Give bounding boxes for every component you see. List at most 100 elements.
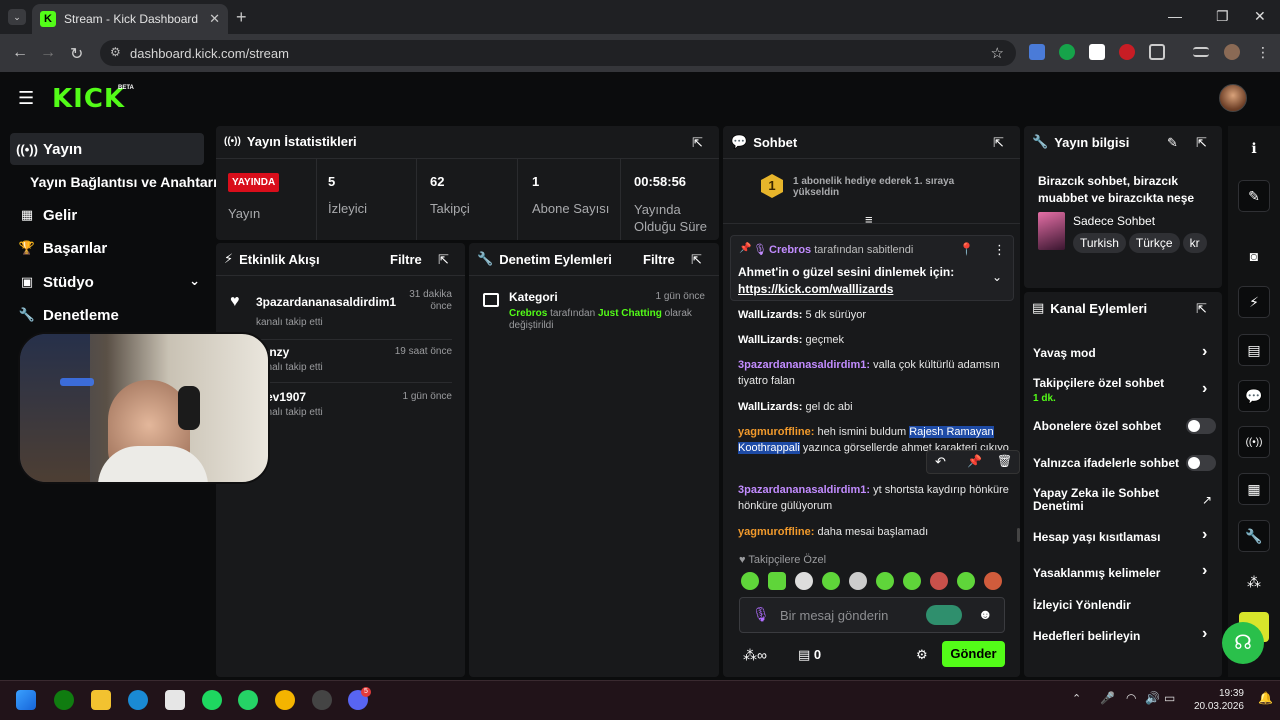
sidebar-item-studio[interactable]: ▣ Stüdyo ⌄: [10, 266, 204, 298]
slow-mode-row[interactable]: Yavaş mod: [1033, 346, 1215, 360]
chat-username[interactable]: yagmuroffline: [738, 426, 811, 438]
reply-icon[interactable]: ↶: [935, 454, 946, 470]
grammarly-extension-icon[interactable]: [1059, 44, 1075, 60]
broadcast-icon[interactable]: ((•)): [1238, 426, 1270, 458]
expand-icon[interactable]: ⇱: [692, 135, 703, 151]
raid-row[interactable]: İzleyici Yönlendir: [1033, 598, 1215, 612]
unpin-icon[interactable]: 📍: [959, 242, 974, 256]
screenshot-icon[interactable]: ◙: [1238, 240, 1270, 272]
activity-user[interactable]: 3pazardananasaldirdim1: [256, 295, 396, 309]
document-icon[interactable]: ▤: [1238, 334, 1270, 366]
collapse-chevron-icon[interactable]: ≡: [865, 212, 873, 227]
shop-icon[interactable]: ▤ 0: [798, 647, 821, 663]
wifi-icon[interactable]: ◠: [1126, 691, 1136, 705]
chrome-icon[interactable]: [275, 690, 295, 710]
edge-icon[interactable]: [128, 690, 148, 710]
kick-logo[interactable]: KICK: [52, 84, 125, 114]
wrench-icon[interactable]: 🔧: [1238, 520, 1270, 552]
sidebar-item-revenue[interactable]: ▦ Gelir: [10, 199, 204, 231]
chat-settings-icon[interactable]: ⚙: [916, 647, 928, 663]
address-bar[interactable]: ⚙ dashboard.kick.com/stream ☆: [100, 40, 1016, 66]
sidebar-item-stream-key[interactable]: Yayın Bağlantısı ve Anahtarı: [24, 166, 218, 198]
followers-chat-row[interactable]: Takipçilere özel sohbet 1 dk.: [1033, 376, 1215, 404]
chat-input-box[interactable]: 🎙 Bir mesaj gönderin ☻: [739, 597, 1005, 633]
chat-username[interactable]: yagmuroffline: [738, 526, 811, 538]
bookmark-star-icon[interactable]: ☆: [991, 44, 1004, 62]
tab-close-icon[interactable]: ✕: [209, 11, 220, 27]
emote-icon[interactable]: [903, 572, 921, 590]
expand-icon[interactable]: ⇱: [438, 252, 449, 268]
spotify-icon[interactable]: [202, 690, 222, 710]
banned-words-row[interactable]: Yasaklanmış kelimeler: [1033, 566, 1215, 580]
tab-search-icon[interactable]: ⌄: [8, 9, 26, 25]
filter-button[interactable]: Filtre: [390, 252, 422, 267]
store-icon[interactable]: [165, 690, 185, 710]
emote-icon[interactable]: [741, 572, 759, 590]
channel-icon[interactable]: ▦: [1238, 473, 1270, 505]
mic-icon[interactable]: 🎙: [752, 606, 770, 623]
emote-icon[interactable]: [957, 572, 975, 590]
site-info-icon[interactable]: ⚙: [110, 45, 121, 59]
minimize-icon[interactable]: —: [1168, 8, 1182, 24]
support-headset-icon[interactable]: ☊: [1222, 622, 1264, 664]
chat-username[interactable]: WallLizards: [738, 334, 799, 346]
emote-icon[interactable]: [984, 572, 1002, 590]
info-icon[interactable]: ℹ: [1238, 132, 1270, 164]
back-icon[interactable]: ←: [12, 44, 28, 62]
emote-only-toggle[interactable]: [1186, 455, 1216, 471]
age-restriction-row[interactable]: Hesap yaşı kısıtlaması: [1033, 530, 1215, 544]
tray-chevron-icon[interactable]: ⌃: [1072, 692, 1081, 705]
chat-username[interactable]: 3pazardananasaldirdim1: [738, 359, 866, 371]
edit-pencil-icon[interactable]: ✎: [1167, 135, 1178, 151]
reading-list-icon[interactable]: [1193, 47, 1209, 57]
emote-icon[interactable]: [930, 572, 948, 590]
obs-icon[interactable]: [312, 690, 332, 710]
chat-username[interactable]: WallLizards: [738, 309, 799, 321]
expand-icon[interactable]: ⇱: [691, 252, 702, 268]
volume-icon[interactable]: 🔊: [1145, 691, 1160, 705]
subs-chat-toggle[interactable]: [1186, 418, 1216, 434]
chevron-right-icon[interactable]: ›: [1202, 343, 1207, 361]
windows-start-icon[interactable]: [16, 690, 36, 710]
profile-icon[interactable]: [1224, 44, 1240, 60]
emote-icon[interactable]: [849, 572, 867, 590]
extensions-puzzle-icon[interactable]: [1149, 44, 1165, 60]
points-icon[interactable]: ⁂∞: [743, 647, 767, 664]
send-button[interactable]: Gönder: [942, 641, 1005, 667]
ai-moderation-row[interactable]: Yapay Zeka ile Sohbet Denetimi: [1033, 487, 1183, 513]
pin-message-icon[interactable]: 📌: [967, 454, 982, 468]
file-explorer-icon[interactable]: [91, 690, 111, 710]
sidebar-item-stream[interactable]: ((•)) Yayın: [10, 133, 204, 165]
reload-icon[interactable]: ↻: [70, 44, 83, 64]
forward-icon[interactable]: →: [40, 44, 56, 62]
chevron-right-icon[interactable]: ›: [1202, 526, 1207, 544]
chat-icon[interactable]: 💬: [1238, 380, 1270, 412]
chat-scrollbar[interactable]: [1017, 528, 1020, 542]
chevron-right-icon[interactable]: ›: [1202, 380, 1207, 398]
browser-tab[interactable]: K Stream - Kick Dashboard ✕: [32, 4, 228, 34]
expand-icon[interactable]: ⇱: [1196, 301, 1207, 317]
battery-icon[interactable]: ▭: [1164, 691, 1175, 705]
xbox-icon[interactable]: [54, 690, 74, 710]
record-extension-icon[interactable]: [1119, 44, 1135, 60]
emote-icon[interactable]: [876, 572, 894, 590]
tag[interactable]: Turkish: [1073, 233, 1126, 253]
notifications-icon[interactable]: 🔔: [1258, 691, 1273, 705]
tag[interactable]: Türkçe: [1128, 233, 1180, 253]
emoji-icon[interactable]: ☻: [978, 606, 993, 622]
external-link-icon[interactable]: ↗: [1202, 493, 1212, 507]
emote-icon[interactable]: [795, 572, 813, 590]
chevron-down-icon[interactable]: ⌄: [992, 270, 1002, 284]
grammarly-icon[interactable]: [926, 605, 962, 625]
more-options-icon[interactable]: ⋮: [993, 242, 1006, 258]
extension-icon[interactable]: [1089, 44, 1105, 60]
sidebar-item-moderation[interactable]: 🔧 Denetleme: [10, 299, 204, 331]
window-close-icon[interactable]: ✕: [1254, 8, 1266, 25]
chevron-right-icon[interactable]: ›: [1202, 625, 1207, 643]
delete-icon[interactable]: 🗑: [997, 454, 1012, 468]
microphone-tray-icon[interactable]: 🎤: [1100, 691, 1115, 705]
sidebar-item-achievements[interactable]: 🏆 Başarılar: [10, 232, 204, 264]
maximize-icon[interactable]: ❐: [1216, 8, 1229, 25]
new-tab-icon[interactable]: +: [236, 7, 247, 28]
expand-icon[interactable]: ⇱: [993, 135, 1004, 151]
